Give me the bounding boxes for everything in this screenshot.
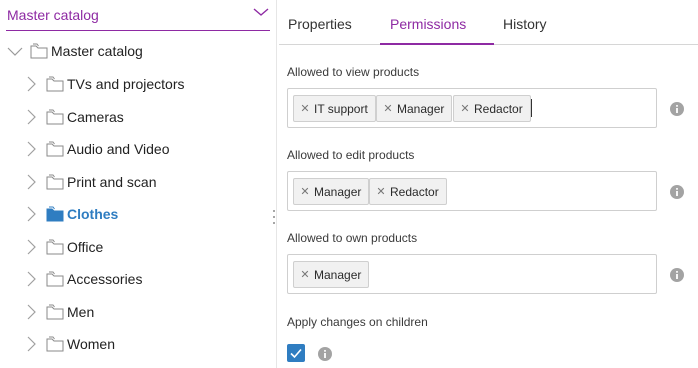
tab-properties[interactable]: Properties [288,16,368,45]
remove-tag-icon[interactable]: ✕ [459,102,471,115]
tree-root-master-catalog[interactable]: Master catalog [6,39,266,63]
info-icon[interactable] [670,185,684,199]
own-products-field[interactable]: ✕ Manager [287,254,657,294]
folder-icon [46,336,64,352]
folder-icon [46,271,64,287]
tree-item-audio-and-video[interactable]: Audio and Video [22,137,272,161]
apply-children-label: Apply changes on children [287,315,428,329]
chevron-right-icon[interactable] [22,140,40,158]
tab-bar: Properties Permissions History [279,0,698,45]
chevron-down-icon[interactable] [6,42,24,60]
view-products-field[interactable]: ✕ IT support ✕ Manager ✕ Redactor [287,88,657,128]
tree-item-label: Women [67,336,115,352]
folder-icon [46,174,64,189]
tree-item-label: Clothes [67,206,119,222]
remove-tag-icon[interactable]: ✕ [299,185,311,198]
chevron-right-icon[interactable] [22,335,40,353]
tag-manager: ✕ Manager [376,95,453,122]
tree-item-tvs-and-projectors[interactable]: TVs and projectors [22,72,272,96]
own-products-label: Allowed to own products [287,231,418,245]
info-icon[interactable] [670,268,684,282]
tag-label: Manager [397,101,445,116]
drag-handle-icon[interactable] [272,209,276,225]
folder-icon [46,239,64,254]
tree-item-cameras[interactable]: Cameras [22,105,272,129]
chevron-down-icon[interactable] [253,6,269,18]
chevron-right-icon[interactable] [22,108,40,126]
tree-item-label: Accessories [67,271,143,287]
category-tree-panel: Master catalog Master catalog TVs and pr… [0,0,277,368]
tree-item-label: Office [67,238,104,255]
tree-root-label: Master catalog [51,43,143,59]
info-icon[interactable] [670,102,684,116]
remove-tag-icon[interactable]: ✕ [382,102,394,115]
checkmark-icon [290,348,302,359]
tab-history[interactable]: History [503,16,563,45]
folder-icon [30,43,48,59]
folder-icon [46,304,64,319]
chevron-right-icon[interactable] [22,173,40,191]
chevron-right-icon[interactable] [22,270,40,288]
folder-icon [46,206,64,222]
tag-label: Manager [314,184,362,199]
folder-icon [46,76,64,92]
remove-tag-icon[interactable]: ✕ [375,185,387,198]
folder-icon [46,141,64,157]
edit-products-label: Allowed to edit products [287,148,415,162]
tree-item-label: Audio and Video [67,141,170,157]
tree-item-label: Cameras [67,108,124,125]
tag-label: Redactor [474,101,523,116]
tree-item-clothes[interactable]: Clothes [22,202,272,226]
view-products-label: Allowed to view products [287,65,420,79]
folder-icon [46,109,64,124]
tree-item-accessories[interactable]: Accessories [22,267,272,291]
tag-manager: ✕ Manager [293,261,370,288]
tree-item-print-and-scan[interactable]: Print and scan [22,170,272,194]
tree-item-office[interactable]: Office [22,235,272,259]
chevron-right-icon[interactable] [22,303,40,321]
tag-label: IT support [314,101,368,116]
remove-tag-icon[interactable]: ✕ [299,268,311,281]
tree-item-label: Print and scan [67,173,157,190]
detail-panel: Properties Permissions History Allowed t… [279,0,698,368]
apply-children-checkbox[interactable] [287,344,305,362]
tag-label: Redactor [390,184,439,199]
chevron-right-icon[interactable] [22,75,40,93]
text-cursor [531,99,532,117]
tag-label: Manager [314,267,362,282]
catalog-select-value: Master catalog [7,7,99,23]
tree-item-label: TVs and projectors [67,76,185,92]
chevron-right-icon[interactable] [22,205,40,223]
tab-permissions[interactable]: Permissions [380,16,494,45]
tag-manager: ✕ Manager [293,178,370,205]
tag-redactor: ✕ Redactor [453,95,531,122]
tag-redactor: ✕ Redactor [369,178,447,205]
remove-tag-icon[interactable]: ✕ [299,102,311,115]
tree-item-men[interactable]: Men [22,300,272,324]
chevron-right-icon[interactable] [22,238,40,256]
tree-item-label: Men [67,303,95,320]
tree-item-women[interactable]: Women [22,332,272,356]
tag-it-support: ✕ IT support [293,95,376,122]
edit-products-field[interactable]: ✕ Manager ✕ Redactor [287,171,657,211]
info-icon[interactable] [318,347,332,361]
catalog-select[interactable]: Master catalog [6,0,270,31]
